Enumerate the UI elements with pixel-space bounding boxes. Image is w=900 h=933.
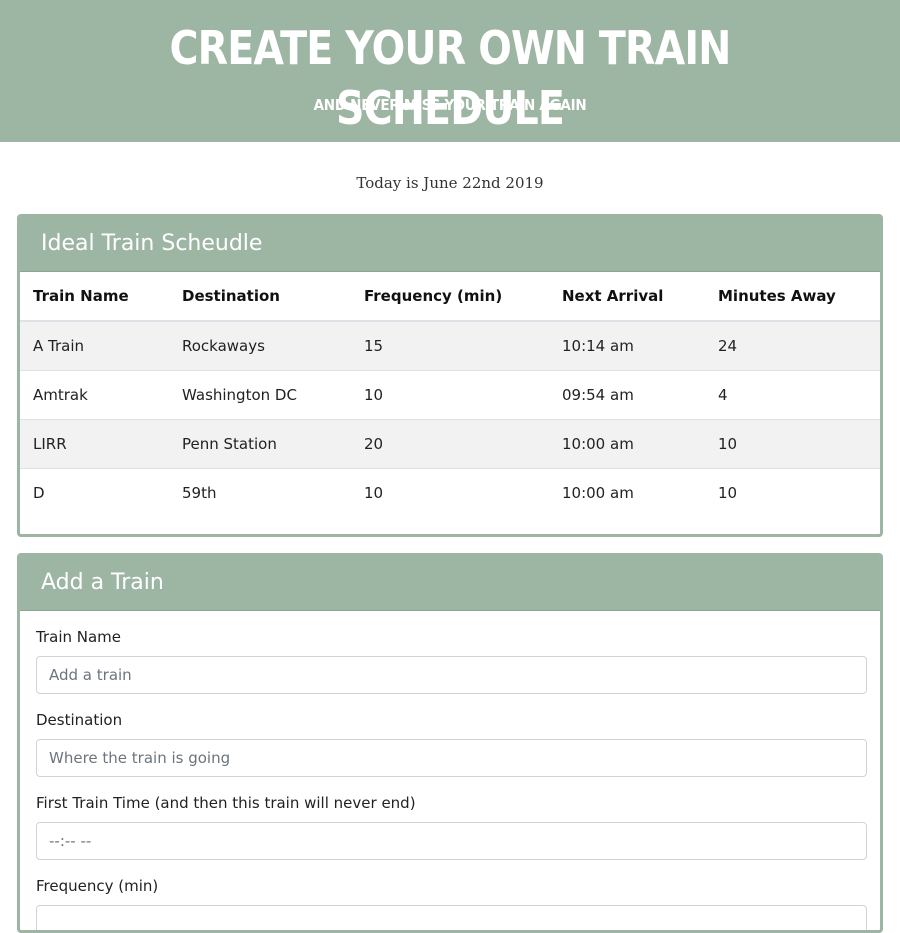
schedule-card: Ideal Train Scheudle Train Name Destinat… (17, 214, 883, 537)
page-title: CREATE YOUR OWN TRAIN SCHEDULE (169, 21, 731, 135)
cell-minutes-away: 24 (705, 320, 880, 371)
destination-input[interactable] (36, 739, 867, 777)
cell-frequency: 10 (351, 370, 549, 420)
cell-frequency: 10 (351, 468, 549, 517)
column-header-train-name: Train Name (20, 272, 169, 322)
train-name-label: Train Name (36, 628, 122, 646)
cell-train-name: D (20, 468, 169, 517)
frequency-label: Frequency (min) (36, 877, 159, 895)
form-group-frequency: Frequency (min) (36, 877, 867, 930)
table-row: A Train Rockaways 15 10:14 am 24 (20, 320, 880, 371)
form-group-destination: Destination (36, 711, 867, 777)
page-subtitle: AND NEVER MISS YOUR TRAIN AGAIN (313, 96, 587, 114)
cell-frequency: 20 (351, 419, 549, 469)
table-row: Amtrak Washington DC 10 09:54 am 4 (20, 370, 880, 420)
table-row: D 59th 10 10:00 am 10 (20, 468, 880, 517)
cell-destination: 59th (169, 468, 351, 517)
form-group-first-train-time: First Train Time (and then this train wi… (36, 794, 867, 860)
form-group-train-name: Train Name (36, 628, 867, 694)
cell-next-arrival: 10:00 am (549, 468, 705, 517)
cell-destination: Penn Station (169, 419, 351, 469)
cell-minutes-away: 10 (705, 468, 880, 517)
cell-train-name: LIRR (20, 419, 169, 469)
column-header-destination: Destination (169, 272, 351, 322)
first-train-time-label: First Train Time (and then this train wi… (36, 794, 416, 812)
destination-label: Destination (36, 711, 123, 729)
page-header: CREATE YOUR OWN TRAIN SCHEDULE AND NEVER… (0, 0, 900, 142)
frequency-input[interactable] (36, 905, 867, 930)
column-header-frequency: Frequency (min) (351, 272, 549, 322)
cell-next-arrival: 10:00 am (549, 419, 705, 469)
cell-train-name: A Train (20, 320, 169, 371)
column-header-minutes-away: Minutes Away (705, 272, 880, 322)
cell-minutes-away: 10 (705, 419, 880, 469)
schedule-card-title: Ideal Train Scheudle (20, 217, 880, 272)
table-header-row: Train Name Destination Frequency (min) N… (20, 272, 880, 322)
cell-destination: Washington DC (169, 370, 351, 420)
add-train-form: Train Name Destination First Train Time … (20, 611, 880, 930)
cell-frequency: 15 (351, 320, 549, 371)
schedule-table: Train Name Destination Frequency (min) N… (20, 272, 880, 517)
column-header-next-arrival: Next Arrival (549, 272, 705, 322)
first-train-time-input[interactable] (36, 822, 867, 860)
table-row: LIRR Penn Station 20 10:00 am 10 (20, 419, 880, 469)
cell-minutes-away: 4 (705, 370, 880, 420)
current-date: Today is June 22nd 2019 (356, 174, 544, 192)
train-name-input[interactable] (36, 656, 867, 694)
cell-next-arrival: 10:14 am (549, 320, 705, 371)
cell-next-arrival: 09:54 am (549, 370, 705, 420)
add-train-card: Add a Train Train Name Destination First… (17, 553, 883, 933)
cell-destination: Rockaways (169, 320, 351, 371)
add-train-card-title: Add a Train (20, 556, 880, 611)
cell-train-name: Amtrak (20, 370, 169, 420)
